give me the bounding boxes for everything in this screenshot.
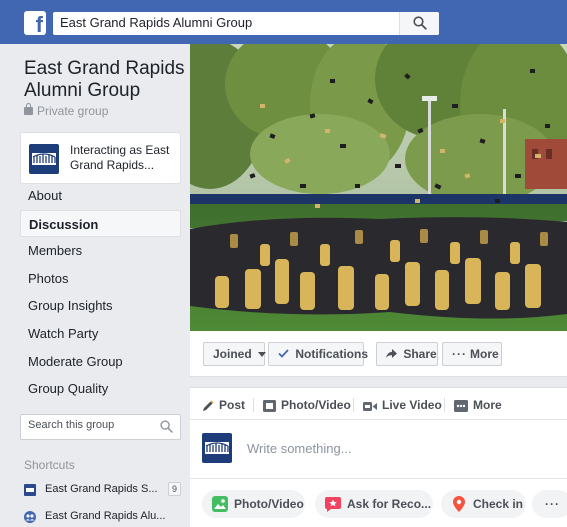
composer-body[interactable]: Write something... <box>190 419 567 479</box>
interacting-as-card[interactable]: Interacting as East Grand Rapids... <box>20 132 181 184</box>
notifications-button[interactable]: Notifications <box>268 342 368 366</box>
divider <box>353 398 354 412</box>
cover-photo[interactable] <box>190 44 567 331</box>
more-options-button[interactable]: ··· <box>532 490 567 518</box>
group-icon <box>24 511 36 523</box>
group-action-bar: Joined Notifications Share ··· More <box>190 331 567 377</box>
share-button[interactable]: Share <box>376 342 438 366</box>
nav-item-moderate-group[interactable]: Moderate Group <box>20 348 181 376</box>
divider <box>253 398 254 412</box>
divider <box>444 398 445 412</box>
more-grid-icon <box>454 400 468 412</box>
shortcut-label: East Grand Rapids Alu... <box>45 510 166 522</box>
video-camera-icon <box>363 402 377 411</box>
group-title[interactable]: East Grand Rapids Alumni Group <box>24 58 185 102</box>
nav-item-about[interactable]: About <box>20 182 181 210</box>
nav-item-group-quality[interactable]: Group Quality <box>20 375 181 403</box>
avatar <box>202 433 232 463</box>
facebook-logo-icon[interactable]: f <box>24 11 46 35</box>
photo-video-button[interactable]: Photo/Video <box>202 490 305 518</box>
group-thumbnail-icon <box>24 484 36 496</box>
group-search-box <box>20 414 181 440</box>
cover-photo-image <box>190 44 567 331</box>
share-arrow-icon <box>386 349 397 358</box>
left-sidebar: East Grand Rapids Alumni Group Private g… <box>0 44 190 527</box>
caret-down-icon <box>258 352 267 357</box>
tab-more[interactable]: More <box>454 397 502 413</box>
ask-for-recommendations-button[interactable]: Ask for Reco... <box>315 490 433 518</box>
ellipsis-icon: ··· <box>545 497 560 511</box>
joined-button[interactable]: Joined <box>203 342 267 366</box>
group-search-input[interactable] <box>28 419 153 431</box>
photo-icon <box>212 496 228 512</box>
search-button[interactable] <box>399 12 439 35</box>
lock-icon <box>24 103 33 115</box>
composer-input[interactable]: Write something... <box>247 441 352 456</box>
shortcuts-heading: Shortcuts <box>24 458 75 472</box>
post-composer: Post Photo/Video Live Video More Write s… <box>190 387 567 527</box>
shortcut-item[interactable]: East Grand Rapids Alu... <box>24 508 184 526</box>
recommendation-star-icon <box>325 497 341 512</box>
tab-post[interactable]: Post <box>202 397 245 413</box>
shortcut-item[interactable]: East Grand Rapids S... 9 <box>24 481 184 499</box>
checkmark-icon <box>278 349 289 358</box>
interacting-as-text: Interacting as East Grand Rapids... <box>70 143 170 172</box>
nav-item-photos[interactable]: Photos <box>20 265 181 293</box>
more-button[interactable]: ··· More <box>442 342 502 366</box>
page-avatar <box>29 144 59 174</box>
search-icon[interactable] <box>160 420 173 433</box>
nav-item-discussion[interactable]: Discussion <box>20 209 181 238</box>
shortcut-label: East Grand Rapids S... <box>45 483 158 495</box>
ellipsis-icon: ··· <box>452 347 467 361</box>
nav-item-group-insights[interactable]: Group Insights <box>20 292 181 320</box>
check-in-button[interactable]: Check in <box>441 490 526 518</box>
tab-live-video[interactable]: Live Video <box>363 397 442 413</box>
global-search-input[interactable]: East Grand Rapids Alumni Group <box>53 12 439 35</box>
nav-item-members[interactable]: Members <box>20 237 181 265</box>
location-pin-icon <box>453 496 465 512</box>
group-privacy: Private group <box>24 103 108 118</box>
photo-icon <box>263 400 276 412</box>
group-nav: About Discussion Members Photos Group In… <box>20 182 181 403</box>
top-bar: f East Grand Rapids Alumni Group <box>0 0 567 44</box>
search-icon <box>413 16 427 30</box>
global-search-value: East Grand Rapids Alumni Group <box>60 15 253 30</box>
pencil-icon <box>203 400 214 411</box>
nav-item-watch-party[interactable]: Watch Party <box>20 320 181 348</box>
notification-count-badge: 9 <box>168 482 181 496</box>
tab-photo-video[interactable]: Photo/Video <box>263 397 351 413</box>
composer-options: Photo/Video Ask for Reco... Check in ··· <box>190 478 567 527</box>
